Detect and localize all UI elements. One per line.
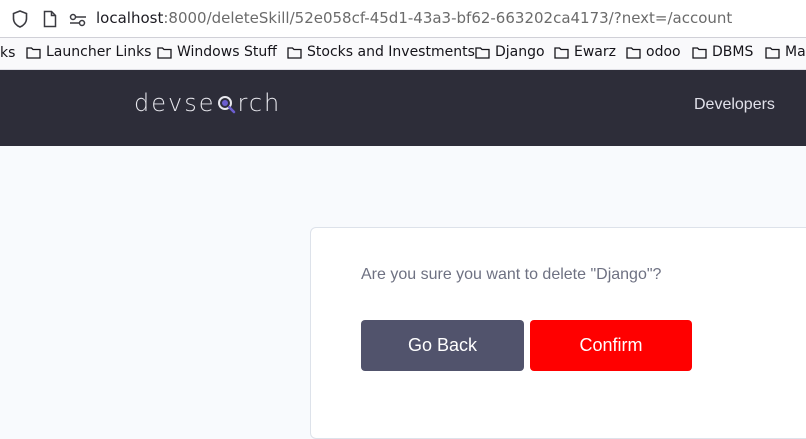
permissions-icon[interactable] [69, 12, 87, 31]
folder-icon [287, 46, 302, 59]
bookmark-label: Launcher Links [46, 44, 152, 60]
bookmark-label: Windows Stuff [177, 44, 277, 60]
app-header [0, 70, 806, 146]
bookmark-folder-launcher-links[interactable]: Launcher Links [26, 44, 151, 60]
bookmark-fragment[interactable]: ks [0, 45, 15, 61]
folder-icon [626, 46, 641, 59]
nav-developers-link[interactable]: Developers [694, 96, 775, 114]
folder-icon [554, 46, 569, 59]
bookmark-label: Django [495, 44, 545, 60]
bookmark-folder-dbms[interactable]: DBMS [692, 44, 753, 60]
bookmark-folder-ewarz[interactable]: Ewarz [554, 44, 616, 60]
magnifier-icon [216, 90, 236, 116]
folder-icon [157, 46, 172, 59]
folder-icon [692, 46, 707, 59]
bookmark-folder-windows-stuff[interactable]: Windows Stuff [157, 44, 277, 60]
bookmark-label: DBMS [712, 44, 754, 60]
folder-icon [765, 46, 780, 59]
bookmark-folder-stocks[interactable]: Stocks and Investments [287, 44, 475, 60]
bookmark-label: Ma [785, 44, 806, 60]
bookmark-folder-ma[interactable]: Ma [765, 44, 806, 60]
page-icon[interactable] [43, 10, 57, 32]
folder-icon [475, 46, 490, 59]
confirm-button[interactable]: Confirm [530, 320, 692, 371]
bookmark-label: odoo [646, 44, 681, 60]
bookmarks-bar: ks Launcher Links Windows Stuff Stocks a… [0, 38, 806, 70]
devsearch-logo[interactable]: devse rch [134, 88, 281, 118]
bookmark-folder-django[interactable]: Django [475, 44, 545, 60]
logo-text-suffix: rch [237, 89, 282, 117]
url-host: localhost [96, 9, 164, 27]
url-field[interactable]: localhost:8000/deleteSkill/52e058cf-45d1… [96, 9, 732, 27]
url-path: :8000/deleteSkill/52e058cf-45d1-43a3-bf6… [163, 9, 733, 27]
go-back-button[interactable]: Go Back [361, 320, 524, 371]
browser-url-bar: localhost:8000/deleteSkill/52e058cf-45d1… [0, 0, 806, 38]
logo-text-prefix: devse [134, 89, 216, 117]
delete-question: Are you sure you want to delete "Django"… [361, 266, 662, 283]
bookmark-label: Stocks and Investments [307, 44, 475, 60]
bookmark-folder-odoo[interactable]: odoo [626, 44, 681, 60]
shield-icon[interactable] [12, 10, 28, 32]
bookmark-label: Ewarz [574, 44, 616, 60]
folder-icon [26, 46, 41, 59]
